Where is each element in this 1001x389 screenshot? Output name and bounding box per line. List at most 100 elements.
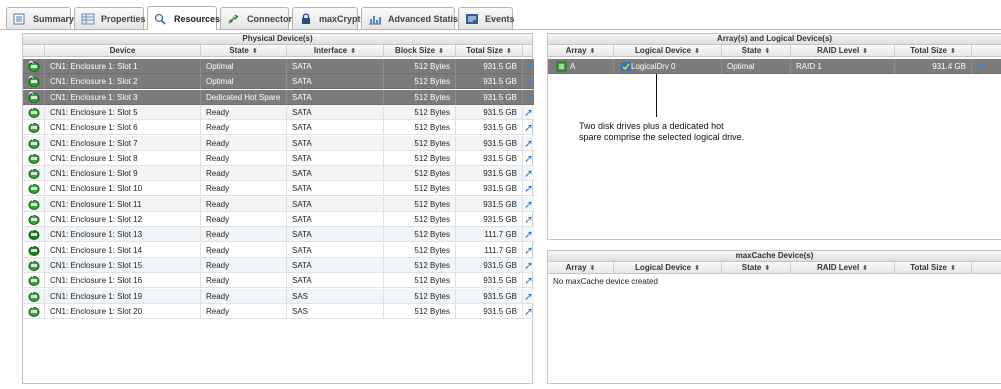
tab-summary[interactable]: Summary [6, 7, 74, 29]
open-arrow-icon[interactable]: ➚ [524, 121, 533, 135]
open-arrow-icon[interactable]: ➚ [524, 305, 533, 319]
open-arrow-icon[interactable]: ➚ [524, 106, 533, 120]
total-size-cell: 931.5 GB [456, 120, 523, 136]
physical-device-row[interactable]: CN1: Enclosure 1: Slot 12 Ready SATA 512 By… [23, 212, 534, 227]
column-header-block-size[interactable]: Block Size ⬍ [384, 45, 456, 57]
column-header-state[interactable]: State ⬍ [722, 45, 791, 57]
link-cell[interactable]: ➚ [523, 197, 534, 212]
link-cell[interactable]: ➚ [972, 59, 1001, 74]
column-header-array[interactable]: Array ⬍ [548, 262, 614, 274]
link-cell[interactable]: ➚ [523, 289, 534, 304]
drive-icon-cell [23, 303, 45, 319]
physical-device-row[interactable]: CN1: Enclosure 1: Slot 19 Ready SAS 512 Byt… [23, 288, 534, 304]
link-cell[interactable]: ➚ [523, 120, 534, 135]
drive-icon-cell [23, 257, 45, 273]
link-cell[interactable]: ➚ [523, 243, 534, 258]
sort-icon: ⬍ [505, 48, 512, 55]
column-header-state[interactable]: State ⬍ [722, 262, 791, 274]
link-cell[interactable]: ➚ [523, 59, 534, 74]
tab-label: maxCrypto [319, 13, 367, 24]
column-header-logical-device[interactable]: Logical Device ⬍ [614, 262, 722, 274]
column-header-total-size[interactable]: Total Size ⬍ [895, 45, 972, 57]
open-arrow-icon[interactable]: ➚ [524, 259, 533, 273]
open-arrow-icon[interactable]: ➚ [524, 137, 533, 151]
tab-maxcrypto[interactable]: maxCrypto [292, 7, 366, 29]
link-cell[interactable]: ➚ [523, 90, 534, 105]
event-log-icon [465, 13, 479, 25]
column-header-raid-level[interactable]: RAID Level ⬍ [791, 262, 895, 274]
link-cell[interactable]: ➚ [523, 181, 534, 196]
logical-device-cell: LogicalDrv 0 [614, 59, 722, 74]
physical-device-row[interactable]: CN1: Enclosure 1: Slot 9 Ready SATA 512 Byt… [23, 166, 534, 182]
column-header-state[interactable]: State ⬍ [201, 45, 287, 57]
physical-device-row[interactable]: CN1: Enclosure 1: Slot 16 Ready SATA 512 By… [23, 273, 534, 289]
column-header-logical-device[interactable]: Logical Device ⬍ [614, 45, 722, 57]
magnifier-icon [154, 13, 168, 25]
open-arrow-icon[interactable]: ➚ [524, 167, 533, 181]
open-arrow-icon[interactable]: ➚ [524, 75, 533, 89]
state-cell: Ready [201, 135, 287, 151]
tab-label: Connectors [247, 13, 298, 24]
open-arrow-icon[interactable]: ➚ [524, 182, 533, 196]
physical-device-row[interactable]: CN1: Enclosure 1: Slot 15 Ready SATA 512 By… [23, 257, 534, 273]
physical-device-row[interactable]: CN1: Enclosure 1: Slot 10 Ready SATA 512 By… [23, 181, 534, 197]
open-arrow-icon[interactable]: ➚ [524, 228, 533, 242]
link-cell[interactable]: ➚ [523, 136, 534, 151]
state-cell: Optimal [722, 59, 791, 74]
physical-device-row[interactable]: CN1: Enclosure 1: Slot 6 Ready SATA 512 Byt… [23, 120, 534, 136]
link-cell[interactable]: ➚ [523, 258, 534, 273]
physical-device-row[interactable]: CN1: Enclosure 1: Slot 5 Ready SATA 512 Byt… [23, 104, 534, 120]
total-size-cell: 931.5 GB [456, 288, 523, 304]
physical-device-row[interactable]: CN1: Enclosure 1: Slot 1 Optimal SATA 512 B… [23, 59, 534, 74]
physical-device-row[interactable]: CN1: Enclosure 1: Slot 7 Ready SATA 512 Byt… [23, 135, 534, 151]
open-arrow-icon[interactable]: ➚ [524, 274, 533, 288]
device-cell: CN1: Enclosure 1: Slot 11 [45, 196, 201, 212]
block-size-cell: 512 Bytes [384, 135, 456, 151]
link-cell[interactable]: ➚ [523, 74, 534, 89]
open-arrow-icon[interactable]: ➚ [524, 152, 533, 166]
physical-device-row[interactable]: CN1: Enclosure 1: Slot 2 Optimal SATA 512 B… [23, 74, 534, 90]
link-cell[interactable]: ➚ [523, 212, 534, 227]
physical-device-row[interactable]: CN1: Enclosure 1: Slot 3 Dedicated Hot Sp… [23, 89, 534, 105]
column-header-total-size[interactable]: Total Size ⬍ [456, 45, 523, 57]
open-arrow-icon[interactable]: ➚ [524, 290, 533, 304]
column-header-interface[interactable]: Interface ⬍ [287, 45, 384, 57]
block-size-cell: 512 Bytes [384, 257, 456, 273]
panel-title: Physical Device(s) [23, 34, 532, 45]
open-arrow-icon[interactable]: ➚ [524, 198, 533, 212]
link-cell[interactable]: ➚ [523, 273, 534, 288]
open-arrow-icon[interactable]: ➚ [524, 213, 533, 227]
column-header-array[interactable]: Array ⬍ [548, 45, 614, 57]
sort-icon: ⬍ [589, 48, 596, 55]
interface-cell: SATA [287, 273, 384, 289]
open-arrow-icon[interactable]: ➚ [976, 60, 985, 74]
state-cell: Ready [201, 288, 287, 304]
open-arrow-icon[interactable]: ➚ [524, 91, 533, 105]
link-cell[interactable]: ➚ [523, 105, 534, 120]
array-row[interactable]: A LogicalDrv 0 Optimal RAID 1 931.4 GB ➚ [548, 59, 1001, 74]
link-cell[interactable]: ➚ [523, 166, 534, 181]
disk-drive-icon [28, 229, 40, 241]
tab-events[interactable]: Events [458, 7, 515, 29]
column-header-device[interactable]: Device [45, 45, 201, 57]
physical-device-row[interactable]: CN1: Enclosure 1: Slot 13 Ready SATA 512 By… [23, 227, 534, 243]
tab-connectors[interactable]: Connectors [220, 7, 297, 29]
physical-device-row[interactable]: CN1: Enclosure 1: Slot 14 Ready SATA 512 By… [23, 242, 534, 258]
open-arrow-icon[interactable]: ➚ [524, 60, 533, 74]
column-header-total-size[interactable]: Total Size ⬍ [895, 262, 972, 274]
interface-cell: SATA [287, 212, 384, 227]
link-cell[interactable]: ➚ [523, 151, 534, 166]
column-header-raid-level[interactable]: RAID Level ⬍ [791, 45, 895, 57]
physical-device-row[interactable]: CN1: Enclosure 1: Slot 11 Ready SATA 512 By… [23, 196, 534, 212]
open-arrow-icon[interactable]: ➚ [524, 244, 533, 258]
physical-devices-panel: Physical Device(s) Device State ⬍ Interfa… [22, 33, 534, 384]
tab-advanced-statistics[interactable]: Advanced Statistics [361, 7, 474, 29]
tab-properties[interactable]: Properties [74, 7, 146, 29]
physical-device-row[interactable]: CN1: Enclosure 1: Slot 8 Ready SATA 512 Byt… [23, 150, 534, 166]
link-cell[interactable]: ➚ [523, 227, 534, 242]
state-cell: Dedicated Hot Spare [201, 89, 287, 105]
tab-resources[interactable]: Resources [147, 6, 220, 30]
link-cell[interactable]: ➚ [523, 304, 534, 319]
raid-level-cell: RAID 1 [791, 59, 895, 74]
physical-device-row[interactable]: CN1: Enclosure 1: Slot 20 Ready SAS 512 Byt… [23, 303, 534, 319]
